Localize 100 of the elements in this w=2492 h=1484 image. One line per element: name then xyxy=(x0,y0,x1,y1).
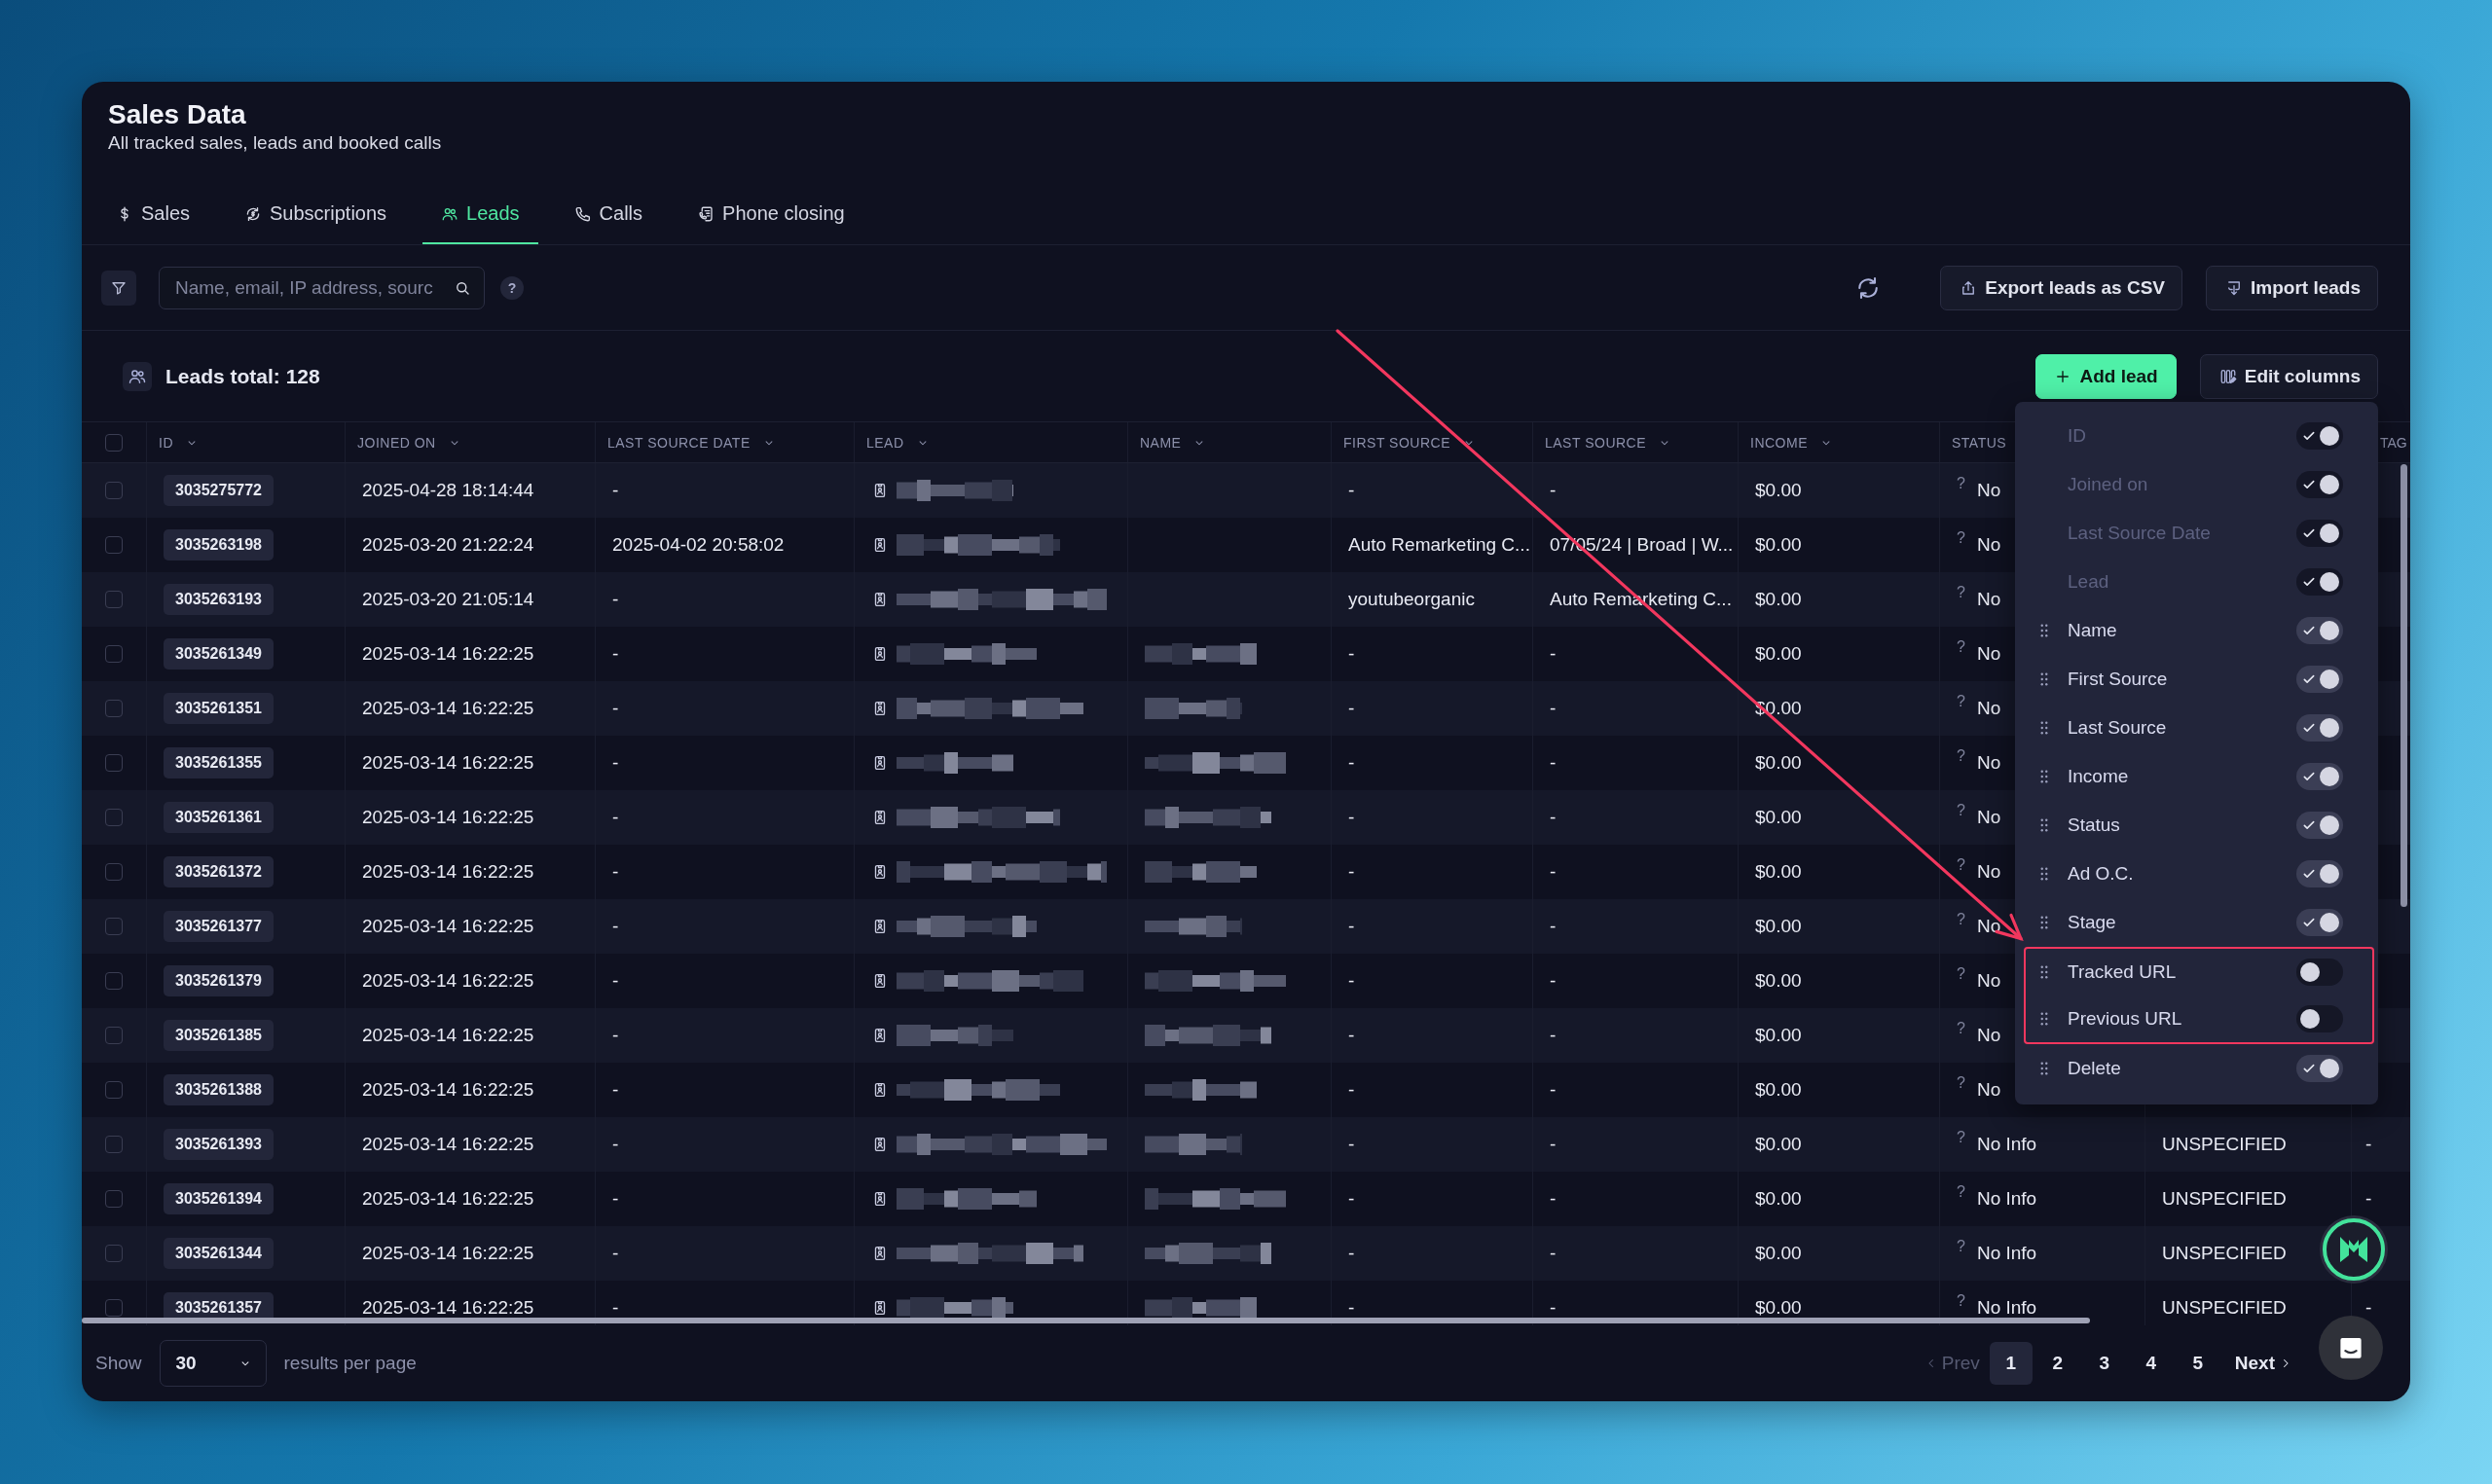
table-cell: - xyxy=(1532,899,1738,954)
table-cell: UNSPECIFIED xyxy=(2162,1188,2287,1210)
table-cell: - xyxy=(1331,463,1532,518)
question-mark: ? xyxy=(1957,747,1965,765)
table-cell: 2025-03-14 16:22:25 xyxy=(345,790,595,845)
row-checkbox[interactable] xyxy=(105,700,123,717)
row-checkbox[interactable] xyxy=(105,754,123,772)
table-cell: $0.00 xyxy=(1738,790,1939,845)
row-checkbox[interactable] xyxy=(105,972,123,990)
horizontal-scrollbar[interactable] xyxy=(82,1318,2090,1323)
toggle-switch[interactable] xyxy=(2296,713,2343,742)
row-checkbox[interactable] xyxy=(105,1136,123,1153)
row-checkbox[interactable] xyxy=(105,1027,123,1044)
column-header[interactable]: LEAD xyxy=(866,434,930,451)
table-cell: - xyxy=(1532,681,1738,736)
table-cell: No xyxy=(1976,752,2001,774)
table-cell: No Info xyxy=(1976,1243,2037,1264)
table-cell: - xyxy=(1532,1008,1738,1063)
toolbar-button[interactable]: Import leads xyxy=(2206,265,2378,310)
table-cell: - xyxy=(1532,790,1738,845)
table-cell: - xyxy=(1532,1117,1738,1172)
column-option: ID xyxy=(2068,424,2296,447)
download-icon xyxy=(2225,278,2243,297)
table-cell: - xyxy=(2365,1297,2372,1319)
tab[interactable]: Phone closing xyxy=(678,185,863,244)
question-mark: ? xyxy=(1957,1292,1965,1310)
table-cell: 2025-03-20 21:05:14 xyxy=(345,572,595,627)
row-checkbox[interactable] xyxy=(105,1081,123,1099)
select-all-checkbox[interactable] xyxy=(105,433,123,452)
toggle-switch[interactable] xyxy=(2296,811,2343,839)
table-cell: - xyxy=(1331,1226,1532,1281)
tab[interactable]: Sales xyxy=(97,185,209,244)
toggle-switch[interactable] xyxy=(2296,1004,2343,1032)
column-header[interactable]: LAST SOURCE xyxy=(1545,434,1672,451)
id-badge: 3035261388 xyxy=(164,1074,274,1105)
question-mark: ? xyxy=(1957,1074,1965,1092)
toolbar-button[interactable]: Export leads as CSV xyxy=(1940,265,2182,310)
row-checkbox[interactable] xyxy=(105,918,123,935)
id-badge: 3035261355 xyxy=(164,747,274,778)
column-header[interactable]: INCOME xyxy=(1750,434,1833,451)
columns-icon xyxy=(2218,367,2237,385)
column-option: Tracked URL xyxy=(2068,960,2296,983)
toggle-switch[interactable] xyxy=(2296,958,2343,986)
search-field[interactable]: Name, email, IP address, sourc xyxy=(159,266,485,309)
question-mark: ? xyxy=(1957,1129,1965,1146)
column-header[interactable]: STATUS xyxy=(1952,434,2033,451)
toggle-switch[interactable] xyxy=(2296,908,2343,936)
column-option: Ad O.C. xyxy=(2068,862,2296,885)
page-button[interactable]: 3 xyxy=(2082,1342,2126,1385)
add-lead-button[interactable]: Add lead xyxy=(2035,353,2177,399)
row-checkbox[interactable] xyxy=(105,809,123,826)
row-checkbox[interactable] xyxy=(105,591,123,608)
column-header[interactable]: ID xyxy=(159,434,199,451)
column-option: Status xyxy=(2068,814,2296,836)
filter-button[interactable] xyxy=(101,270,136,306)
toggle-switch[interactable] xyxy=(2296,762,2343,790)
edit-columns-button[interactable]: Edit columns xyxy=(2199,353,2378,399)
column-header[interactable]: JOINED ON xyxy=(357,434,461,451)
page-title: Sales Data xyxy=(108,98,247,131)
table-cell: - xyxy=(595,790,854,845)
toggle-switch[interactable] xyxy=(2296,665,2343,693)
column-header[interactable]: NAME xyxy=(1140,434,1207,451)
table-cell: 2025-03-14 16:22:25 xyxy=(345,899,595,954)
question-mark: ? xyxy=(1957,965,1965,983)
row-checkbox[interactable] xyxy=(105,1299,123,1317)
receipt-icon xyxy=(697,204,715,223)
toggle-switch[interactable] xyxy=(2296,616,2343,644)
id-badge: 3035261351 xyxy=(164,693,274,724)
next-link[interactable]: Next xyxy=(2234,1353,2292,1374)
tab[interactable]: Calls xyxy=(555,185,662,244)
row-checkbox[interactable] xyxy=(105,863,123,881)
row-checkbox[interactable] xyxy=(105,536,123,554)
toggle-switch[interactable] xyxy=(2296,859,2343,887)
logo-button[interactable] xyxy=(2319,1214,2389,1285)
column-option: Income xyxy=(2068,765,2296,787)
table-cell: No xyxy=(1976,861,2001,883)
row-checkbox[interactable] xyxy=(105,1190,123,1208)
page-button[interactable]: 5 xyxy=(2176,1342,2219,1385)
column-header[interactable]: FIRST SOURCE xyxy=(1343,434,1476,451)
id-badge: 3035261344 xyxy=(164,1238,274,1269)
toggle-switch[interactable] xyxy=(2296,1054,2343,1082)
people-icon xyxy=(123,361,152,391)
page-button[interactable]: 4 xyxy=(2129,1342,2173,1385)
page-button[interactable]: 1 xyxy=(1989,1342,2033,1385)
row-checkbox[interactable] xyxy=(105,482,123,499)
column-option: First Source xyxy=(2068,668,2296,690)
table-cell: $0.00 xyxy=(1738,463,1939,518)
vertical-scrollbar[interactable] xyxy=(2400,464,2407,907)
tab[interactable]: Subscriptions xyxy=(226,185,406,244)
row-checkbox[interactable] xyxy=(105,1245,123,1262)
question-mark: ? xyxy=(1957,802,1965,819)
table-cell: 2025-03-14 16:22:25 xyxy=(345,1008,595,1063)
table-cell: No xyxy=(1976,970,2001,992)
help-button[interactable]: ? xyxy=(500,275,524,300)
column-header[interactable]: LAST SOURCE DATE xyxy=(607,434,776,451)
row-checkbox[interactable] xyxy=(105,645,123,663)
table-cell: - xyxy=(595,463,854,518)
tab[interactable]: Leads xyxy=(422,185,538,244)
page-button[interactable]: 2 xyxy=(2035,1342,2079,1385)
per-page-select[interactable]: 30 xyxy=(159,1340,267,1387)
